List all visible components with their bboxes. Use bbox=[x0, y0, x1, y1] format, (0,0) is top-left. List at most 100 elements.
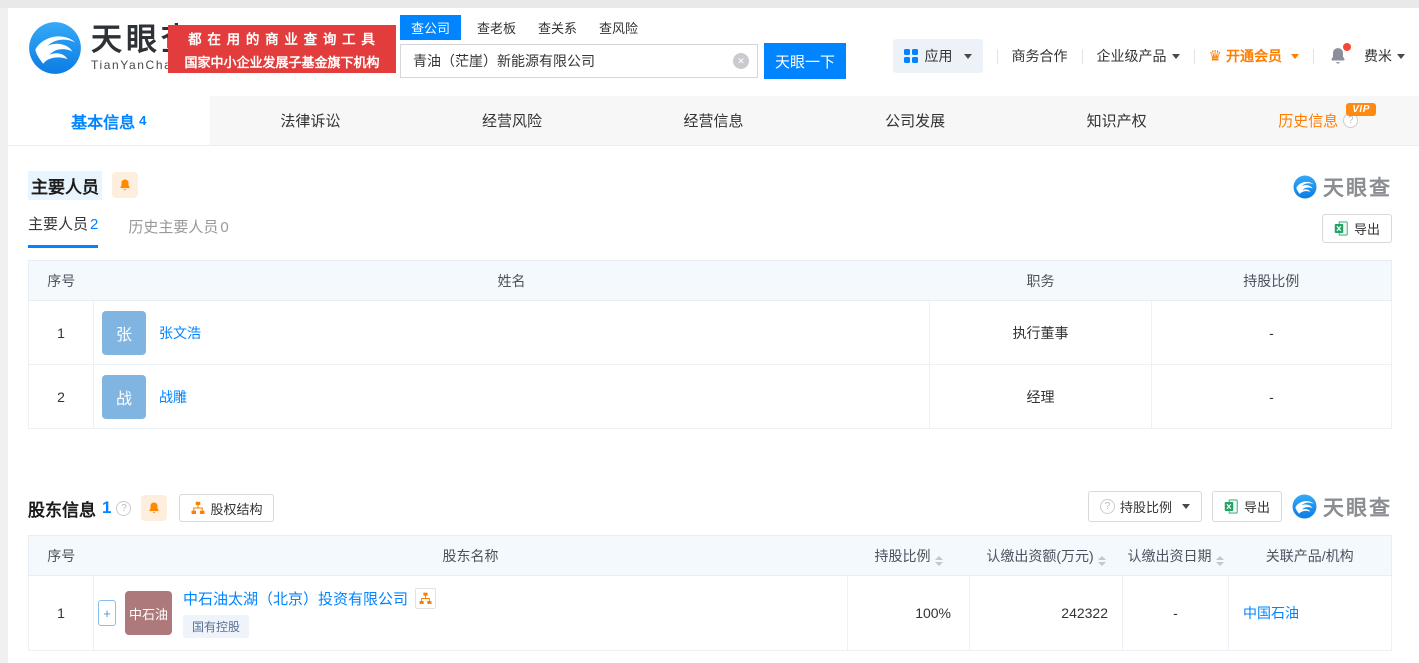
bell-icon bbox=[149, 502, 160, 514]
tab-legal-litigation[interactable]: 法律诉讼 bbox=[210, 96, 412, 145]
divider bbox=[996, 48, 998, 64]
open-vip-button[interactable]: ♛ 开通会员 bbox=[1209, 46, 1299, 66]
help-icon[interactable]: ? bbox=[116, 500, 132, 516]
notification-dot bbox=[1343, 43, 1351, 51]
sort-icon[interactable] bbox=[1215, 555, 1224, 566]
excel-icon bbox=[1334, 221, 1348, 236]
person-link[interactable]: 战雕 bbox=[159, 387, 187, 407]
col-header-name: 姓名 bbox=[93, 260, 930, 301]
slogan-line1: 都 在 用 的 商 业 查 询 工 具 bbox=[188, 31, 376, 47]
col-header-product: 关联产品/机构 bbox=[1228, 535, 1392, 576]
caret-down-icon bbox=[1397, 53, 1405, 59]
tab-operation-risk[interactable]: 经营风险 bbox=[411, 96, 613, 145]
header-nav: 应用 商务合作 企业级产品 ♛ 开通会员 费米 bbox=[892, 39, 1405, 73]
nav-item-cooperation[interactable]: 商务合作 bbox=[1012, 46, 1068, 66]
tianyancha-watermark: 天眼查 bbox=[1293, 172, 1392, 202]
ratio-cell: - bbox=[1151, 300, 1392, 365]
col-header-no: 序号 bbox=[28, 535, 94, 576]
company-tab-bar: 基本信息 4 法律诉讼 经营风险 经营信息 公司发展 知识产权 历史信息 ? V… bbox=[8, 96, 1419, 146]
col-header-shareholder-name: 股东名称 bbox=[93, 535, 848, 576]
tab-history-info[interactable]: 历史信息 ? VIP bbox=[1217, 96, 1419, 145]
equity-structure-icon bbox=[419, 592, 433, 605]
divider bbox=[1081, 48, 1083, 64]
excel-icon bbox=[1224, 499, 1238, 514]
search-input[interactable] bbox=[400, 44, 758, 78]
subscribe-bell-button[interactable] bbox=[141, 495, 168, 521]
search-tab-relation[interactable]: 查关系 bbox=[538, 15, 577, 40]
ratio-cell: 100% bbox=[847, 575, 970, 651]
tab-company-development[interactable]: 公司发展 bbox=[814, 96, 1016, 145]
slogan-banner: 都 在 用 的 商 业 查 询 工 具 国家中小企业发展子基金旗下机构 bbox=[168, 25, 396, 73]
tab-operation-info[interactable]: 经营信息 bbox=[613, 96, 815, 145]
sort-icon[interactable] bbox=[1097, 555, 1106, 566]
col-header-ratio[interactable]: 持股比例 bbox=[847, 535, 970, 576]
export-shareholders-button[interactable]: 导出 bbox=[1211, 491, 1282, 522]
tab-intellectual-property[interactable]: 知识产权 bbox=[1016, 96, 1218, 145]
subtab-history-staff[interactable]: 历史主要人员 0 bbox=[128, 216, 228, 248]
search-tab-boss[interactable]: 查老板 bbox=[477, 15, 516, 40]
key-staff-section: 主要人员 天眼查 主要人员 2 历史主要人员 0 导出 序号 姓名 职务 持股比… bbox=[28, 170, 1392, 429]
search-area: 查公司 查老板 查关系 查风险 ✕ 天眼一下 bbox=[400, 15, 846, 79]
col-header-date[interactable]: 认缴出资日期 bbox=[1122, 535, 1229, 576]
equity-structure-icon bbox=[191, 501, 206, 515]
row-no: 1 bbox=[28, 300, 94, 365]
subscribe-bell-button[interactable] bbox=[112, 172, 138, 198]
person-link[interactable]: 张文浩 bbox=[159, 323, 201, 343]
search-button[interactable]: 天眼一下 bbox=[764, 43, 846, 79]
shareholder-link[interactable]: 中石油太湖（北京）投资有限公司 bbox=[183, 588, 408, 609]
col-header-no: 序号 bbox=[28, 260, 94, 301]
shareholders-section: 股东信息 1 ? 股权结构 ? 持股比例 导出 天眼查 序号 股东名称 持股比例… bbox=[28, 491, 1392, 651]
shareholders-section-title: 股东信息 bbox=[28, 500, 96, 520]
apps-label: 应用 bbox=[924, 48, 953, 64]
row-no: 2 bbox=[28, 364, 94, 429]
caret-down-icon bbox=[1181, 504, 1190, 509]
tab-basic-info[interactable]: 基本信息 4 bbox=[8, 96, 210, 145]
divider bbox=[1313, 48, 1314, 64]
search-tabs: 查公司 查老板 查关系 查风险 bbox=[400, 15, 846, 40]
clear-search-icon[interactable]: ✕ bbox=[733, 53, 749, 69]
expand-row-button[interactable]: + bbox=[98, 600, 116, 626]
ratio-filter-dropdown[interactable]: ? 持股比例 bbox=[1087, 491, 1202, 522]
related-product-link[interactable]: 中国石油 bbox=[1243, 605, 1299, 621]
col-header-ratio: 持股比例 bbox=[1151, 260, 1392, 301]
apps-menu-button[interactable]: 应用 bbox=[892, 39, 983, 73]
tab-count: 4 bbox=[139, 113, 147, 128]
equity-chart-button[interactable] bbox=[415, 588, 437, 609]
col-header-amount[interactable]: 认缴出资额(万元) bbox=[969, 535, 1123, 576]
avatar[interactable]: 战 bbox=[102, 374, 146, 419]
date-cell: - bbox=[1122, 575, 1229, 651]
avatar[interactable]: 中石油 bbox=[125, 591, 172, 635]
amount-cell: 242322 bbox=[969, 575, 1123, 651]
search-tab-company[interactable]: 查公司 bbox=[400, 15, 462, 40]
nav-item-enterprise-products[interactable]: 企业级产品 bbox=[1097, 46, 1180, 66]
avatar[interactable]: 张 bbox=[102, 310, 146, 355]
help-icon: ? bbox=[1099, 499, 1115, 514]
vip-badge: VIP bbox=[1346, 103, 1376, 116]
sort-icon[interactable] bbox=[934, 555, 943, 566]
caret-down-icon bbox=[1291, 53, 1299, 59]
export-staff-button[interactable]: 导出 bbox=[1321, 214, 1392, 243]
shareholders-count: 1 bbox=[102, 498, 112, 517]
state-owned-tag: 国有控股 bbox=[183, 615, 250, 638]
caret-down-icon bbox=[963, 53, 972, 59]
col-header-position: 职务 bbox=[929, 260, 1152, 301]
subtab-current-staff[interactable]: 主要人员 2 bbox=[28, 213, 99, 248]
staff-table: 序号 姓名 职务 持股比例 1 张 张文浩 执行董事 - 2 战 战雕 经理 - bbox=[28, 260, 1392, 429]
page-left-strip bbox=[0, 8, 8, 663]
page-top-strip bbox=[0, 0, 1419, 8]
slogan-line2: 国家中小企业发展子基金旗下机构 bbox=[184, 54, 380, 70]
tianyancha-watermark: 天眼查 bbox=[1292, 492, 1392, 522]
search-tab-risk[interactable]: 查风险 bbox=[599, 15, 638, 40]
tianyancha-watermark-icon bbox=[1293, 175, 1317, 199]
table-row: 1 + 中石油 中石油太湖（北京）投资有限公司 国有控股 100% 242322… bbox=[28, 575, 1392, 651]
shareholders-table: 序号 股东名称 持股比例 认缴出资额(万元) 认缴出资日期 关联产品/机构 1 … bbox=[28, 535, 1392, 651]
equity-structure-button[interactable]: 股权结构 bbox=[179, 494, 275, 522]
divider bbox=[1193, 48, 1195, 64]
crown-icon: ♛ bbox=[1208, 48, 1222, 65]
position-cell: 经理 bbox=[929, 364, 1152, 429]
notifications-button[interactable] bbox=[1328, 43, 1351, 66]
user-menu[interactable]: 费米 bbox=[1364, 46, 1405, 66]
apps-grid-icon bbox=[903, 48, 919, 64]
row-no: 1 bbox=[28, 575, 94, 651]
position-cell: 执行董事 bbox=[929, 300, 1152, 365]
